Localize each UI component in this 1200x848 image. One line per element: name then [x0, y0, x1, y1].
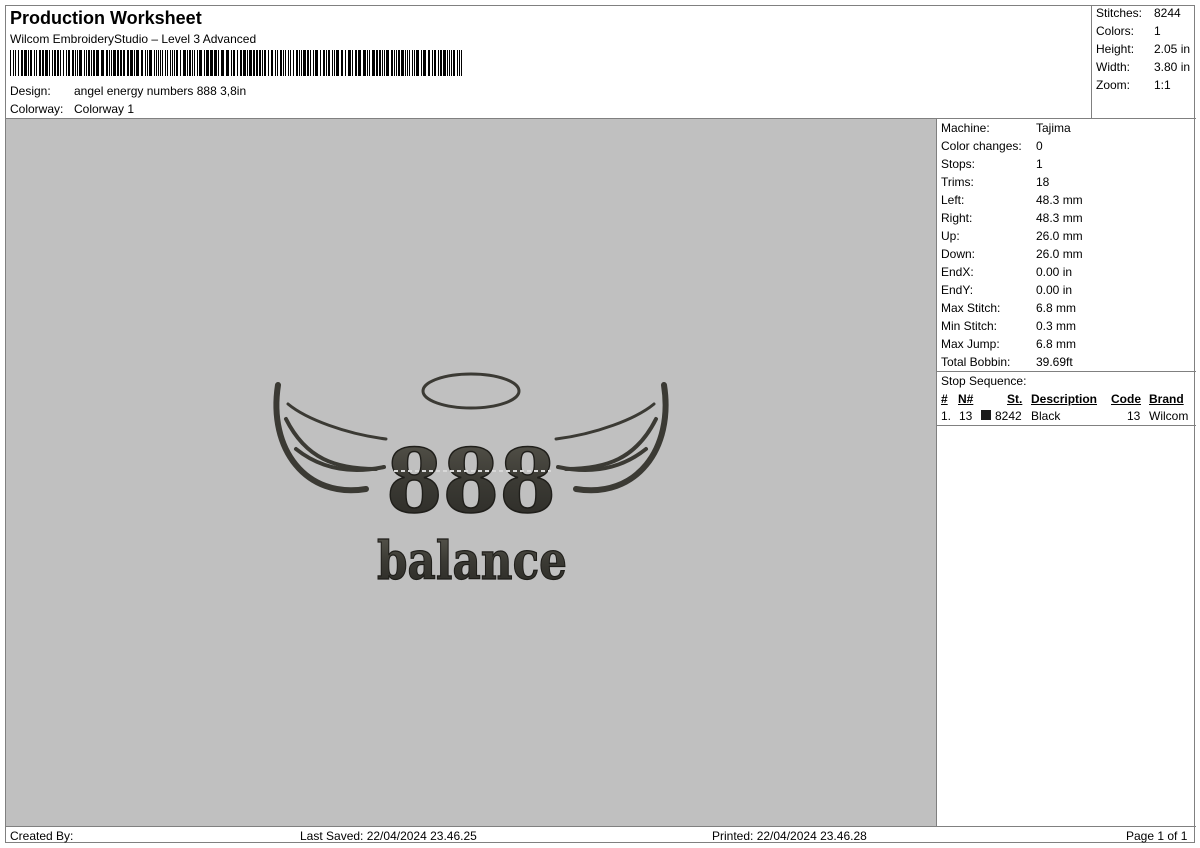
right-wing-icon [554, 382, 669, 494]
design-value: angel energy numbers 888 3,8in [74, 84, 247, 98]
details-panel: Machine: Tajima Color changes: 0 Stops: 1 T… [937, 119, 1196, 826]
page-number: Page 1 of 1 [1126, 829, 1188, 843]
barcode-icon [10, 50, 462, 76]
row-stitches: 8242 [995, 409, 1022, 423]
col-header-needle: N# [958, 392, 974, 406]
detail-trims: Trims: 18 [941, 175, 1050, 189]
detail-left: Left: 48.3 mm [941, 193, 1083, 207]
worksheet-header: Production Worksheet Wilcom EmbroiderySt… [6, 6, 1092, 119]
row-code: 13 [1127, 409, 1141, 423]
design-digits: 888 [386, 429, 556, 533]
software-name: Wilcom EmbroideryStudio – Level 3 Advanc… [10, 32, 257, 46]
col-header-code: Code [1111, 392, 1141, 406]
worksheet: Production Worksheet Wilcom EmbroiderySt… [5, 5, 1196, 844]
detail-stops: Stops: 1 [941, 157, 1043, 171]
table-divider [937, 425, 1196, 426]
detail-color-changes: Color changes: 0 [941, 139, 1043, 153]
col-header-num: # [941, 392, 948, 406]
row-description: Black [1031, 409, 1061, 423]
summary-stitches: Stitches: 8244 [1096, 6, 1181, 20]
row-num: 1. [941, 409, 952, 423]
color-swatch [981, 410, 991, 420]
detail-machine: Machine: Tajima [941, 121, 1071, 135]
row-needle: 13 [959, 409, 973, 423]
row-brand: Wilcom [1149, 409, 1189, 423]
worksheet-footer: Created By: Last Saved: 22/04/2024 23.46… [6, 826, 1196, 844]
colorway-row: Colorway: Colorway 1 [10, 102, 134, 116]
design-row: Design: angel energy numbers 888 3,8in [10, 84, 246, 98]
embroidery-design-image: 888 balance [273, 372, 669, 593]
detail-max-jump: Max Jump: 6.8 mm [941, 337, 1077, 351]
summary-zoom: Zoom: 1:1 [1096, 78, 1171, 92]
page-title: Production Worksheet [10, 8, 202, 28]
detail-min-stitch: Min Stitch: 0.3 mm [941, 319, 1077, 333]
design-word: balance [377, 531, 567, 592]
summary-colors: Colors: 1 [1096, 24, 1161, 38]
detail-up: Up: 26.0 mm [941, 229, 1083, 243]
stop-sequence-title: Stop Sequence: [937, 371, 1196, 389]
created-by: Created By: [10, 829, 74, 843]
detail-endy: EndY: 0.00 in [941, 283, 1073, 297]
design-label: Design: [10, 84, 51, 98]
detail-down: Down: 26.0 mm [941, 247, 1083, 261]
summary-height: Height: 2.05 in [1096, 42, 1191, 56]
summary-width: Width: 3.80 in [1096, 60, 1191, 74]
col-header-stitches: St. [1007, 392, 1023, 406]
design-preview: 888 balance [6, 119, 937, 826]
summary-box: Stitches: 8244 Colors: 1 Height: 2.05 in Wi… [1092, 6, 1196, 119]
detail-endx: EndX: 0.00 in [941, 265, 1073, 279]
col-header-brand: Brand [1149, 392, 1184, 406]
detail-right: Right: 48.3 mm [941, 211, 1083, 225]
detail-total-bobbin: Total Bobbin: 39.69ft [941, 355, 1073, 369]
halo-icon [421, 372, 521, 410]
detail-max-stitch: Max Stitch: 6.8 mm [941, 301, 1077, 315]
last-saved: Last Saved: 22/04/2024 23.46.25 [300, 829, 477, 843]
colorway-label: Colorway: [10, 102, 64, 116]
printed-date: Printed: 22/04/2024 23.46.28 [712, 829, 867, 843]
col-header-description: Description [1031, 392, 1098, 406]
colorway-value: Colorway 1 [74, 102, 135, 116]
left-wing-icon [273, 382, 388, 494]
